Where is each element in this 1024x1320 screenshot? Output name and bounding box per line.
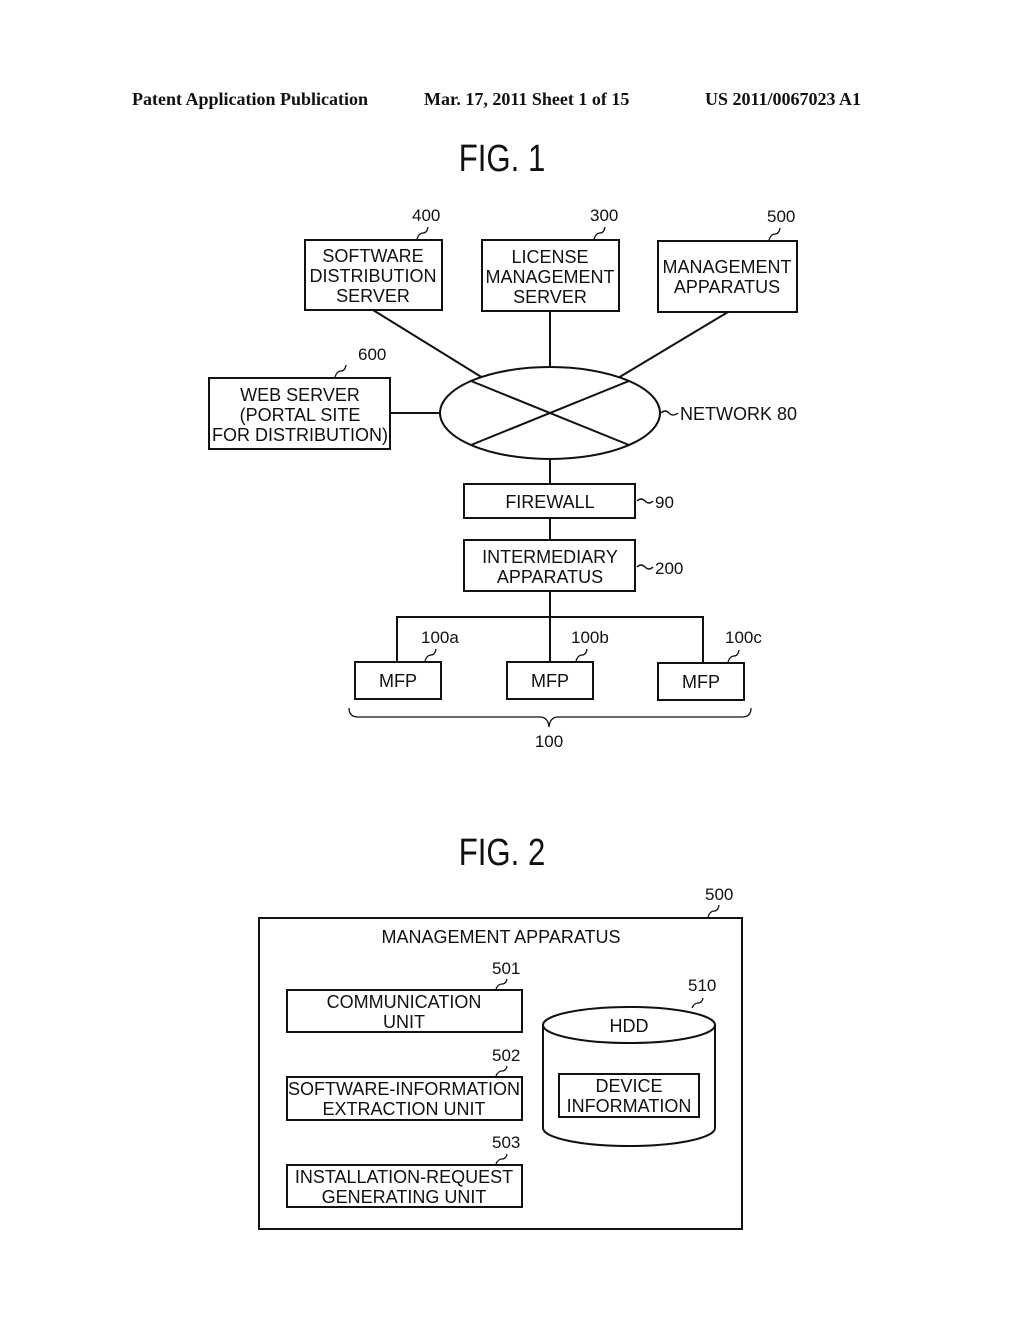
label-line: SERVER: [513, 287, 587, 307]
leader-line: [334, 364, 347, 378]
hdd-label: HDD: [610, 1016, 649, 1036]
leader-line: [636, 498, 654, 504]
label-line: UNIT: [383, 1012, 425, 1032]
ref-number: 500: [767, 207, 795, 226]
leader-line: [768, 227, 781, 241]
ref-number: 100c: [725, 628, 762, 647]
license-management-server: LICENSE MANAGEMENT SERVER 300: [481, 206, 620, 312]
mfp-group-brace: [348, 707, 752, 728]
label-line: DISTRIBUTION: [309, 266, 436, 286]
leader-line: [424, 648, 437, 662]
label-line: SOFTWARE-INFORMATION: [288, 1079, 520, 1099]
label-line: INTERMEDIARY: [482, 547, 618, 567]
label-line: DEVICE: [595, 1076, 662, 1096]
label-line: INSTALLATION-REQUEST: [295, 1167, 513, 1187]
ref-number: 600: [358, 345, 386, 364]
software-distribution-server: SOFTWARE DISTRIBUTION SERVER 400: [304, 206, 443, 311]
ref-number: 100a: [421, 628, 459, 647]
label-line: WEB SERVER: [240, 385, 360, 405]
ref-number: 503: [492, 1133, 520, 1152]
network: NETWORK 80: [439, 366, 797, 460]
mfp-100c: MFP 100c: [657, 628, 762, 701]
mfp-group-ref: 100: [535, 732, 563, 751]
label-line: APPARATUS: [497, 567, 603, 587]
leader-line: [636, 564, 654, 570]
web-server: WEB SERVER (PORTAL SITE FOR DISTRIBUTION…: [208, 345, 391, 450]
ref-number: 200: [655, 559, 683, 578]
ref-number: 502: [492, 1046, 520, 1065]
leader-line: [416, 226, 429, 240]
label-line: LICENSE: [511, 247, 588, 267]
intermediary-apparatus: INTERMEDIARY APPARATUS 200: [463, 539, 683, 592]
network-label: NETWORK 80: [680, 404, 797, 424]
mfp-label: MFP: [682, 672, 720, 692]
label-line: FOR DISTRIBUTION): [212, 425, 388, 445]
leader-line: [727, 649, 740, 663]
container-title: MANAGEMENT APPARATUS: [381, 927, 620, 947]
link-management-network: [617, 311, 729, 379]
mfp-label: MFP: [379, 671, 417, 691]
mfp-100b: MFP 100b: [506, 628, 609, 700]
firewall: FIREWALL 90: [463, 483, 674, 519]
mfp-100a: MFP 100a: [354, 628, 459, 700]
fig2-diagram: MANAGEMENT APPARATUS 500 COMMUNICATION U…: [258, 885, 743, 1230]
label-line: APPARATUS: [674, 277, 780, 297]
ref-number: 500: [705, 885, 733, 904]
label-line: EXTRACTION UNIT: [322, 1099, 485, 1119]
label-line: INFORMATION: [567, 1096, 692, 1116]
management-apparatus: MANAGEMENT APPARATUS 500: [657, 207, 798, 313]
leader-line: [575, 648, 588, 662]
label-line: FIREWALL: [505, 492, 594, 512]
device-information: DEVICE INFORMATION: [558, 1073, 700, 1118]
mfp-label: MFP: [531, 671, 569, 691]
ref-number: 300: [590, 206, 618, 225]
fig1-diagram: SOFTWARE DISTRIBUTION SERVER 400 LICENSE…: [208, 206, 798, 751]
ref-number: 501: [492, 959, 520, 978]
label-line: COMMUNICATION: [327, 992, 482, 1012]
ref-number: 100b: [571, 628, 609, 647]
leader-line: [660, 410, 679, 416]
label-line: SERVER: [336, 286, 410, 306]
label-line: (PORTAL SITE: [240, 405, 361, 425]
ref-number: 90: [655, 493, 674, 512]
label-line: MANAGEMENT: [485, 267, 614, 287]
patent-drawing: SOFTWARE DISTRIBUTION SERVER 400 LICENSE…: [208, 206, 798, 1230]
leader-line: [593, 226, 606, 240]
label-line: SOFTWARE: [322, 246, 423, 266]
link-software-server-network: [372, 309, 484, 379]
ref-number: 400: [412, 206, 440, 225]
label-line: MANAGEMENT: [662, 257, 791, 277]
ref-number: 510: [688, 976, 716, 995]
leader-line: [707, 904, 720, 918]
label-line: GENERATING UNIT: [322, 1187, 487, 1207]
